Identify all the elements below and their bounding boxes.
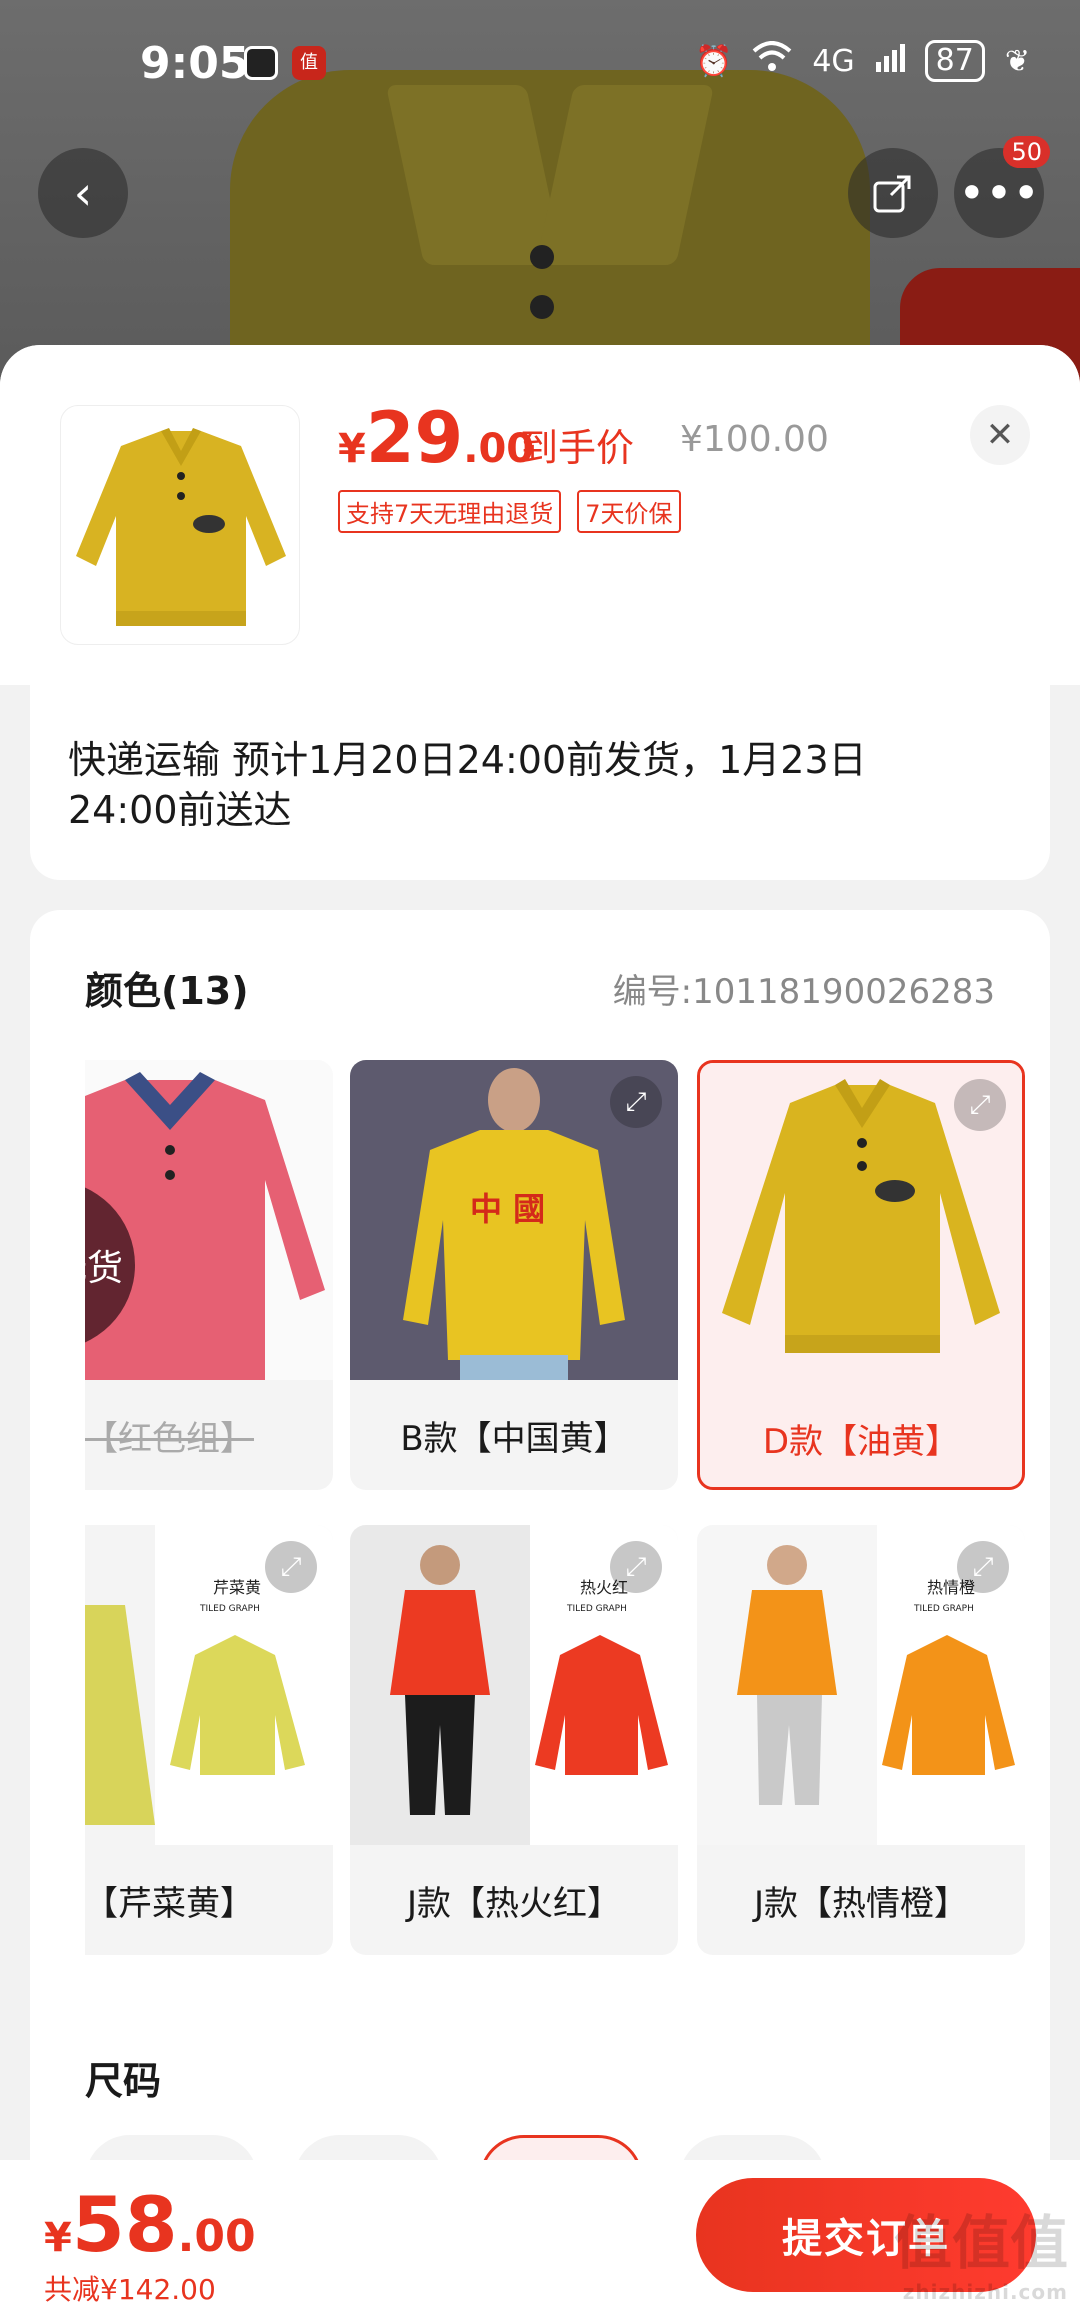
option-image: 中 國 ⤢ [350,1060,678,1380]
options-card: 颜色(13) 编号:10118190026283 无货 【红色组】 [30,910,1050,2310]
wifi-icon [752,41,792,81]
price-protection-tag: 7天价保 [577,490,681,533]
option-label: B款【中国黄】 [400,1418,628,1459]
deal-price: ¥29.00 [338,397,535,479]
expand-icon[interactable]: ⤢ [265,1541,317,1593]
watermark: 值值值 zhizhizhi.com [893,2209,1068,2304]
sheet-header: ¥29.00 到手价 ¥100.00 ✕ 支持7天无理由退货 7天价保 [0,345,1080,685]
option-image: ⤢ [700,1063,1022,1383]
color-option-d-oil-yellow[interactable]: ⤢ D款【油黄】 [697,1060,1025,1490]
svg-text:TILED GRAPH: TILED GRAPH [566,1604,627,1614]
svg-text:芹菜黄: 芹菜黄 [213,1578,261,1597]
chevron-left-icon: ‹ [73,166,93,220]
option-label: J款【热情橙】 [753,1883,969,1924]
expand-icon[interactable]: ⤢ [957,1541,1009,1593]
discount-total: 共减¥142.00 [44,2273,216,2306]
option-image: 芹菜黄 TILED GRAPH ⤢ [85,1525,333,1845]
original-price: ¥100.00 [680,419,829,460]
delivery-card: 快递运输 预计1月20日24:00前发货，1月23日24:00前送达 [30,685,1050,880]
color-option-b-china-yellow[interactable]: 中 國 ⤢ B款【中国黄】 [350,1060,678,1490]
status-time: 9:05 [140,38,250,89]
deal-price-label: 到手价 [520,426,635,470]
battery-level: 87 [924,40,985,82]
app-notification-icon: 值 [292,46,326,80]
return-policy-tag: 支持7天无理由退货 [338,490,562,533]
option-label: 【芹菜黄】 [85,1883,254,1924]
expand-icon[interactable]: ⤢ [610,1076,662,1128]
checkout-bar: ¥58.00 共减¥142.00 提交订单 值值值 zhizhizhi.com [0,2160,1080,2310]
leaf-icon: ❦ [1004,43,1030,79]
color-section-title: 颜色(13) [85,969,249,1013]
total-price: ¥58.00 [44,2180,256,2269]
product-code: 编号:10118190026283 [612,972,995,1012]
option-label: 【红色组】 [85,1418,254,1459]
color-option-red-group[interactable]: 无货 【红色组】 [85,1060,333,1490]
share-button[interactable] [848,148,938,238]
color-option-j-hot-red[interactable]: 热火红 TILED GRAPH ⤢ J款【热火红】 [350,1525,678,1955]
notification-badge: 50 [1003,136,1050,168]
svg-text:TILED GRAPH: TILED GRAPH [199,1604,260,1614]
color-grid: 无货 【红色组】 中 國 ⤢ B款【中国黄】 [85,1060,1025,1960]
option-image: 热火红 TILED GRAPH ⤢ [350,1525,678,1845]
alarm-icon: ⏰ [694,43,733,79]
network-type: 4G [812,43,855,79]
svg-text:中 國: 中 國 [470,1190,545,1228]
svg-text:TILED GRAPH: TILED GRAPH [913,1604,974,1614]
signal-icon [875,42,905,80]
color-option-celery-yellow[interactable]: 芹菜黄 TILED GRAPH ⤢ 【芹菜黄】 [85,1525,333,1955]
status-bar: 9:05 值 ⏰ 4G 87 ❦ [0,0,1080,120]
expand-icon[interactable]: ⤢ [954,1079,1006,1131]
expand-icon[interactable]: ⤢ [610,1541,662,1593]
delivery-estimate: 快递运输 预计1月20日24:00前发货，1月23日24:00前送达 [68,738,867,832]
close-button[interactable]: ✕ [970,405,1030,465]
back-button[interactable]: ‹ [38,148,128,238]
color-option-j-passion-orange[interactable]: 热情橙 TILED GRAPH ⤢ J款【热情橙】 [697,1525,1025,1955]
share-icon [873,175,911,213]
sku-selection-sheet: ¥29.00 到手价 ¥100.00 ✕ 支持7天无理由退货 7天价保 快递运输… [0,345,1080,2310]
option-label: D款【油黄】 [762,1421,960,1462]
more-dots-icon: ••• [958,166,1040,220]
more-button[interactable]: ••• 50 [954,136,1050,238]
service-tags: 支持7天无理由退货 7天价保 [338,490,681,533]
option-label: J款【热火红】 [406,1883,622,1924]
qq-notification-icon [244,46,278,80]
close-icon: ✕ [985,415,1015,455]
size-section-title: 尺码 [85,2059,162,2103]
option-image: 无货 [85,1060,333,1380]
option-image: 热情橙 TILED GRAPH ⤢ [697,1525,1025,1845]
product-thumbnail[interactable] [60,405,300,645]
